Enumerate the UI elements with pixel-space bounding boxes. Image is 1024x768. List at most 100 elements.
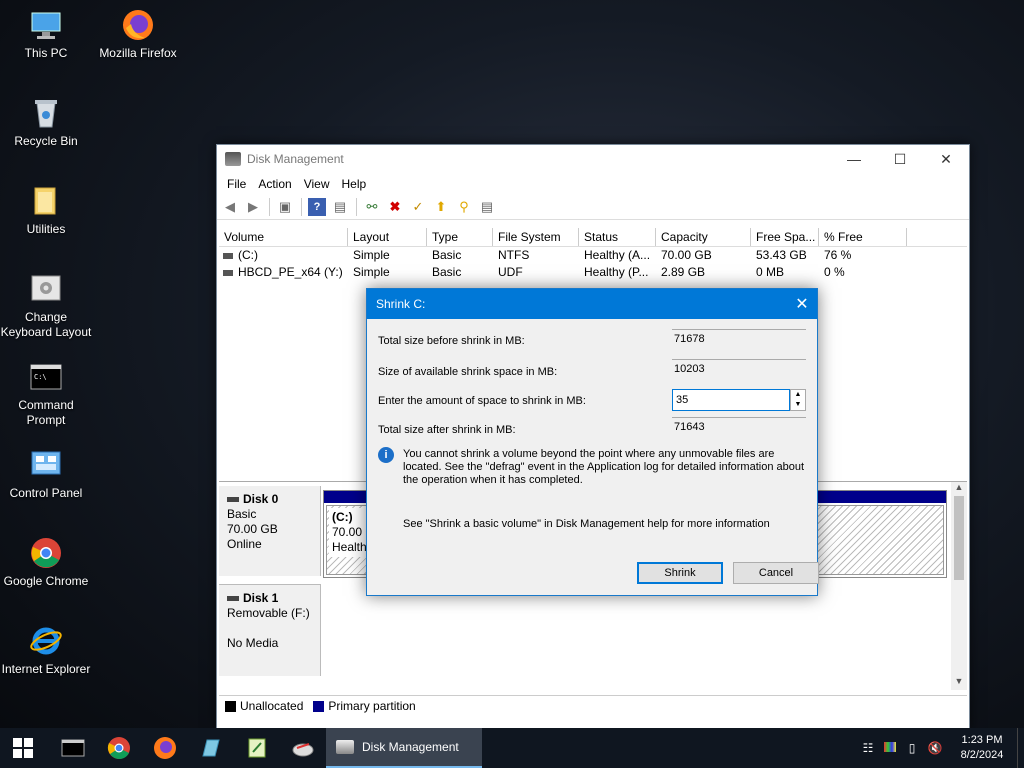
column-header-file-system[interactable]: File System (493, 228, 579, 246)
total-before-value: 71678 (672, 329, 806, 347)
taskbar-disk-tool[interactable] (280, 728, 326, 768)
menu-help[interactable]: Help (336, 177, 373, 191)
disk-1-state: No Media (227, 636, 279, 650)
desktop-icon-this-pc[interactable]: This PC (0, 8, 92, 61)
start-button[interactable] (0, 728, 46, 768)
scrollbar-thumb[interactable] (954, 496, 964, 580)
forward-arrow-icon[interactable]: ▶ (244, 198, 262, 216)
volume-row[interactable]: HBCD_PE_x64 (Y:) Simple Basic UDF Health… (219, 264, 967, 281)
disk-1-name: Disk 1 (227, 591, 320, 606)
minimize-button[interactable]: — (831, 145, 877, 173)
taskbar-explorer[interactable] (188, 728, 234, 768)
column-header-layout[interactable]: Layout (348, 228, 427, 246)
up-folder-icon[interactable]: ⬆ (432, 198, 450, 216)
info-icon: i (378, 447, 394, 463)
disk-0-size: 70.00 GB (227, 522, 278, 536)
help-icon[interactable]: ? (308, 198, 326, 216)
disk-0-type: Basic (227, 507, 257, 521)
delete-icon[interactable]: ✖ (386, 198, 404, 216)
cancel-button[interactable]: Cancel (733, 562, 819, 584)
volume-row[interactable]: (C:) Simple Basic NTFS Healthy (A... 70.… (219, 247, 967, 264)
disk-1-type: Removable (F:) (227, 606, 310, 620)
available-shrink-value: 10203 (672, 359, 806, 377)
volume-filesystem-cell: NTFS (498, 248, 530, 262)
close-button[interactable]: ✕ (923, 145, 969, 173)
enter-amount-label: Enter the amount of space to shrink in M… (378, 395, 586, 407)
volume-status-cell: Healthy (A... (584, 248, 651, 262)
volume-muted-icon[interactable]: 🔇 (923, 741, 947, 755)
network-settings-icon[interactable]: ☷ (857, 741, 879, 755)
maximize-button[interactable]: ☐ (877, 145, 923, 173)
desktop-icon-control-panel[interactable]: Control Panel (0, 448, 92, 501)
search-folder-icon[interactable]: ⚲ (455, 198, 473, 216)
file-explorer-icon (202, 739, 220, 757)
chrome-icon (29, 536, 63, 570)
legend-bar: Unallocated Primary partition (219, 695, 967, 716)
column-header-volume[interactable]: Volume (219, 228, 348, 246)
column-header-percent-free[interactable]: % Free (819, 228, 907, 246)
volume-name-cell: (C:) (219, 247, 348, 264)
usb-icon[interactable]: ▯ (901, 741, 923, 755)
volume-name-cell: HBCD_PE_x64 (Y:) (219, 264, 348, 281)
desktop-icon-recycle-bin[interactable]: Recycle Bin (0, 96, 92, 149)
disk-0-name: Disk 0 (227, 492, 320, 507)
list-view-icon[interactable]: ▤ (478, 198, 496, 216)
show-desktop-button[interactable] (1017, 728, 1024, 768)
toolbar-separator (301, 198, 302, 216)
show-hide-console-icon[interactable]: ▣ (276, 198, 294, 216)
computer-icon (29, 8, 63, 42)
desktop-icon-command-prompt[interactable]: C:\ Command Prompt (0, 360, 92, 428)
desktop-icon-firefox[interactable]: Mozilla Firefox (92, 8, 184, 61)
desktop-icon-change-keyboard-layout[interactable]: Change Keyboard Layout (0, 272, 92, 340)
dialog-titlebar[interactable]: Shrink C: ✕ (367, 289, 817, 319)
shrink-amount-input[interactable]: 35 (672, 389, 790, 411)
menu-action[interactable]: Action (252, 177, 297, 191)
scroll-up-icon[interactable]: ▲ (951, 482, 967, 496)
column-header-status[interactable]: Status (579, 228, 656, 246)
stepper-up-icon[interactable]: ▲ (791, 390, 805, 400)
properties-icon[interactable]: ▤ (331, 198, 349, 216)
desktop-icon-label: Command Prompt (18, 398, 74, 427)
disk-1-label[interactable]: Disk 1 Removable (F:) No Media (219, 584, 321, 676)
check-icon[interactable]: ✓ (409, 198, 427, 216)
folder-icon (29, 184, 63, 218)
menu-view[interactable]: View (298, 177, 336, 191)
display-icon[interactable] (879, 741, 901, 755)
volume-percent-free-cell: 0 % (824, 265, 845, 279)
window-titlebar[interactable]: Disk Management — ☐ ✕ (217, 145, 969, 173)
shrink-amount-stepper[interactable]: ▲ ▼ (790, 389, 806, 411)
taskbar-firefox[interactable] (142, 728, 188, 768)
menu-bar: File Action View Help (217, 173, 969, 195)
desktop-icon-google-chrome[interactable]: Google Chrome (0, 536, 92, 589)
disk-0-label[interactable]: Disk 0 Basic 70.00 GB Online (219, 486, 321, 576)
volume-free-space-cell: 0 MB (756, 265, 785, 279)
column-header-free-space[interactable]: Free Spa... (751, 228, 819, 246)
shrink-button[interactable]: Shrink (637, 562, 723, 584)
scroll-down-icon[interactable]: ▼ (951, 676, 967, 690)
column-header-capacity[interactable]: Capacity (656, 228, 751, 246)
volume-icon (223, 269, 233, 276)
taskbar-chrome[interactable] (96, 728, 142, 768)
keyboard-settings-icon (29, 272, 63, 306)
taskbar-notepad[interactable] (234, 728, 280, 768)
taskbar-disk-management[interactable]: Disk Management (326, 728, 482, 768)
volume-free-space-cell: 53.43 GB (756, 248, 807, 262)
toolbar: ◀ ▶ ▣ ? ▤ ⚯ ✖ ✓ ⬆ ⚲ ▤ (217, 195, 969, 220)
primary-partition-swatch (313, 700, 325, 712)
connect-icon[interactable]: ⚯ (363, 198, 381, 216)
disk-drive-icon (227, 596, 239, 602)
notepad-icon (248, 738, 266, 758)
menu-file[interactable]: File (221, 177, 252, 191)
desktop-icon-utilities[interactable]: Utilities (0, 184, 92, 237)
back-arrow-icon[interactable]: ◀ (221, 198, 239, 216)
shrink-dialog: Shrink C: ✕ Total size before shrink in … (366, 288, 819, 596)
desktop-icon-internet-explorer[interactable]: Internet Explorer (0, 624, 92, 677)
window-title: Disk Management (247, 152, 344, 166)
clock[interactable]: 1:23 PM 8/2/2024 (947, 733, 1017, 763)
legend-primary-partition: Primary partition (328, 699, 416, 713)
column-header-type[interactable]: Type (427, 228, 493, 246)
taskbar-command-prompt[interactable] (50, 728, 96, 768)
vertical-scrollbar[interactable]: ▲ ▼ (951, 482, 967, 690)
stepper-down-icon[interactable]: ▼ (791, 400, 805, 410)
dialog-close-button[interactable]: ✕ (787, 294, 817, 314)
